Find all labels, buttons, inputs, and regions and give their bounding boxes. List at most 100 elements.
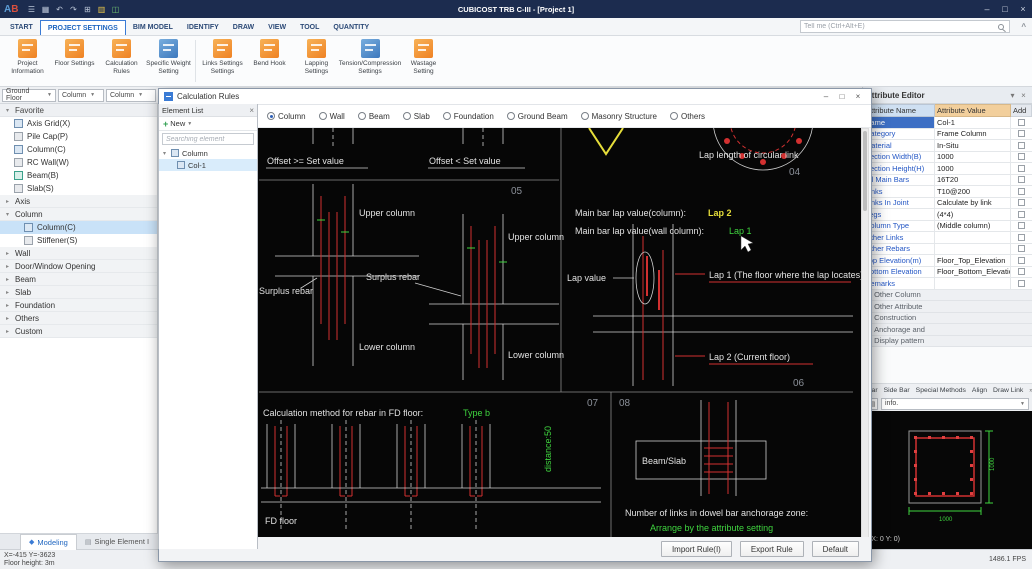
floor-select[interactable]: Ground Floor▼ xyxy=(2,89,56,102)
add-checkbox[interactable] xyxy=(1018,257,1025,264)
attr-row-other-rebars[interactable]: Other Rebars xyxy=(863,244,1032,256)
attr-value[interactable]: (Middle column) xyxy=(935,221,1011,232)
default-button[interactable]: Default xyxy=(812,541,859,557)
menu-item-special-methods[interactable]: Special Methods xyxy=(916,387,966,394)
sidebar-item-beam[interactable]: Beam(B) xyxy=(0,169,157,182)
sidebar-section-beam[interactable]: ▸Beam xyxy=(0,273,157,286)
tab-modeling[interactable]: ◆Modeling xyxy=(20,534,77,550)
window-close-button[interactable]: × xyxy=(1014,4,1032,14)
attr-value[interactable] xyxy=(935,278,1011,289)
sidebar-section-custom[interactable]: ▸Custom xyxy=(0,325,157,338)
sidebar-section-wall[interactable]: ▸Wall xyxy=(0,247,157,260)
ribbon-item-floor-settings[interactable]: Floor Settings xyxy=(51,36,98,86)
element-tree-group[interactable]: ▾Column xyxy=(159,147,257,159)
attr-add-cell[interactable] xyxy=(1011,198,1032,209)
radio-masonry-structure[interactable]: Masonry Structure xyxy=(581,112,657,121)
dialog-minimize-button[interactable]: – xyxy=(818,92,834,101)
attr-row-section-height[interactable]: Section Height(H)1000 xyxy=(863,163,1032,175)
info-dropdown[interactable]: info.▼ xyxy=(881,398,1029,410)
radio-ground-beam[interactable]: Ground Beam xyxy=(507,112,568,121)
sidebar-item-column[interactable]: Column(C) xyxy=(0,143,157,156)
radio-slab[interactable]: Slab xyxy=(403,112,430,121)
ribbon-item-specific-weight-setting[interactable]: Specific Weight Setting xyxy=(145,36,192,86)
add-checkbox[interactable] xyxy=(1018,153,1025,160)
layers-icon[interactable]: ▥ xyxy=(94,5,108,14)
attr-add-cell[interactable] xyxy=(1011,175,1032,186)
attr-row-links[interactable]: LinksT10@200 xyxy=(863,186,1032,198)
element-list-header[interactable]: Element List × xyxy=(159,104,257,117)
tab-quantity[interactable]: QUANTITY xyxy=(326,20,376,35)
attr-add-cell[interactable] xyxy=(1011,163,1032,174)
sidebar-item-pile-cap[interactable]: Pile Cap(P) xyxy=(0,130,157,143)
close-icon[interactable]: × xyxy=(1018,91,1029,100)
attr-add-cell[interactable] xyxy=(1011,140,1032,151)
attr-add-cell[interactable] xyxy=(1011,221,1032,232)
window-minimize-button[interactable]: – xyxy=(978,4,996,14)
radio-others[interactable]: Others xyxy=(670,112,705,121)
attr-value[interactable]: 16T20 xyxy=(935,175,1011,186)
attr-add-cell[interactable] xyxy=(1011,209,1032,220)
ribbon-item-calculation-rules[interactable]: Calculation Rules xyxy=(98,36,145,86)
tab-start[interactable]: START xyxy=(3,20,40,35)
element-tree-item-col1[interactable]: Col-1 xyxy=(159,159,257,171)
ribbon-item-lapping-settings[interactable]: Lapping Settings xyxy=(293,36,340,86)
element-search-input[interactable] xyxy=(166,136,250,143)
sidebar-item-stiffener[interactable]: Stiffener(S) xyxy=(0,234,157,247)
search-input[interactable] xyxy=(804,23,998,30)
ribbon-item-bend-hook[interactable]: Bend Hook xyxy=(246,36,293,86)
attr-group-display-pattern[interactable]: +Display pattern xyxy=(863,336,1032,348)
tab-draw[interactable]: DRAW xyxy=(226,20,261,35)
sidebar-section-slab[interactable]: ▸Slab xyxy=(0,286,157,299)
attr-add-cell[interactable] xyxy=(1011,117,1032,128)
attr-add-cell[interactable] xyxy=(1011,186,1032,197)
attr-value[interactable]: Col-1 xyxy=(935,117,1011,128)
add-checkbox[interactable] xyxy=(1018,234,1025,241)
attr-row-column-type[interactable]: Column Type(Middle column) xyxy=(863,221,1032,233)
sidebar-section-column[interactable]: ▾Column xyxy=(0,208,157,221)
sidebar-section-foundation[interactable]: ▸Foundation xyxy=(0,299,157,312)
attr-value[interactable]: Calculate by link xyxy=(935,198,1011,209)
attr-value[interactable]: 1000 xyxy=(935,163,1011,174)
attr-group-anchorage[interactable]: +Anchorage and xyxy=(863,324,1032,336)
tab-identify[interactable]: IDENTIFY xyxy=(180,20,226,35)
add-checkbox[interactable] xyxy=(1018,119,1025,126)
calculator-icon[interactable]: ◫ xyxy=(108,5,122,14)
tab-view[interactable]: VIEW xyxy=(261,20,293,35)
dialog-close-button[interactable]: × xyxy=(850,92,866,101)
favorite-header[interactable]: ▾Favorite xyxy=(0,104,157,117)
add-checkbox[interactable] xyxy=(1018,280,1025,287)
sidebar-section-others[interactable]: ▸Others xyxy=(0,312,157,325)
attr-row-material[interactable]: MaterialIn-Situ xyxy=(863,140,1032,152)
attr-row-top-elevation[interactable]: Top Elevation(m)Floor_Top_Elevation xyxy=(863,255,1032,267)
attr-add-cell[interactable] xyxy=(1011,152,1032,163)
save-icon[interactable]: ▦ xyxy=(38,5,52,14)
add-checkbox[interactable] xyxy=(1018,188,1025,195)
menu-item-align[interactable]: Align xyxy=(972,387,987,394)
import-rule-button[interactable]: Import Rule(I) xyxy=(661,541,732,557)
attr-value[interactable]: In-Situ xyxy=(935,140,1011,151)
radio-foundation[interactable]: Foundation xyxy=(443,112,494,121)
add-checkbox[interactable] xyxy=(1018,165,1025,172)
dialog-maximize-button[interactable]: □ xyxy=(834,92,850,101)
attr-value[interactable]: (4*4) xyxy=(935,209,1011,220)
menu-item-draw-link[interactable]: Draw Link xyxy=(993,387,1023,394)
sidebar-section-axis[interactable]: ▸Axis xyxy=(0,195,157,208)
tab-bim-model[interactable]: BIM MODEL xyxy=(126,20,180,35)
collapse-ribbon-icon[interactable]: ^ xyxy=(1021,22,1026,31)
attr-value[interactable] xyxy=(935,244,1011,255)
attr-row-category[interactable]: CategoryFrame Column xyxy=(863,129,1032,141)
add-checkbox[interactable] xyxy=(1018,142,1025,149)
add-checkbox[interactable] xyxy=(1018,211,1025,218)
sidebar-item-column-c[interactable]: Column(C) xyxy=(0,221,157,234)
category-select[interactable]: Column▼ xyxy=(58,89,104,102)
attr-add-cell[interactable] xyxy=(1011,267,1032,278)
add-checkbox[interactable] xyxy=(1018,176,1025,183)
close-icon[interactable]: × xyxy=(249,106,254,115)
attr-value[interactable]: Floor_Top_Elevation xyxy=(935,255,1011,266)
tellme-searchbox[interactable] xyxy=(800,20,1010,33)
grid-icon[interactable]: ⊞ xyxy=(80,5,94,14)
attr-row-links-in-joint[interactable]: Links In JointCalculate by link xyxy=(863,198,1032,210)
tab-single-element[interactable]: ▤Single Element I xyxy=(77,534,157,550)
attr-value[interactable]: T10@200 xyxy=(935,186,1011,197)
section-preview-canvas[interactable]: 1000 1000 (X: 0 Y: 0) xyxy=(863,411,1032,549)
